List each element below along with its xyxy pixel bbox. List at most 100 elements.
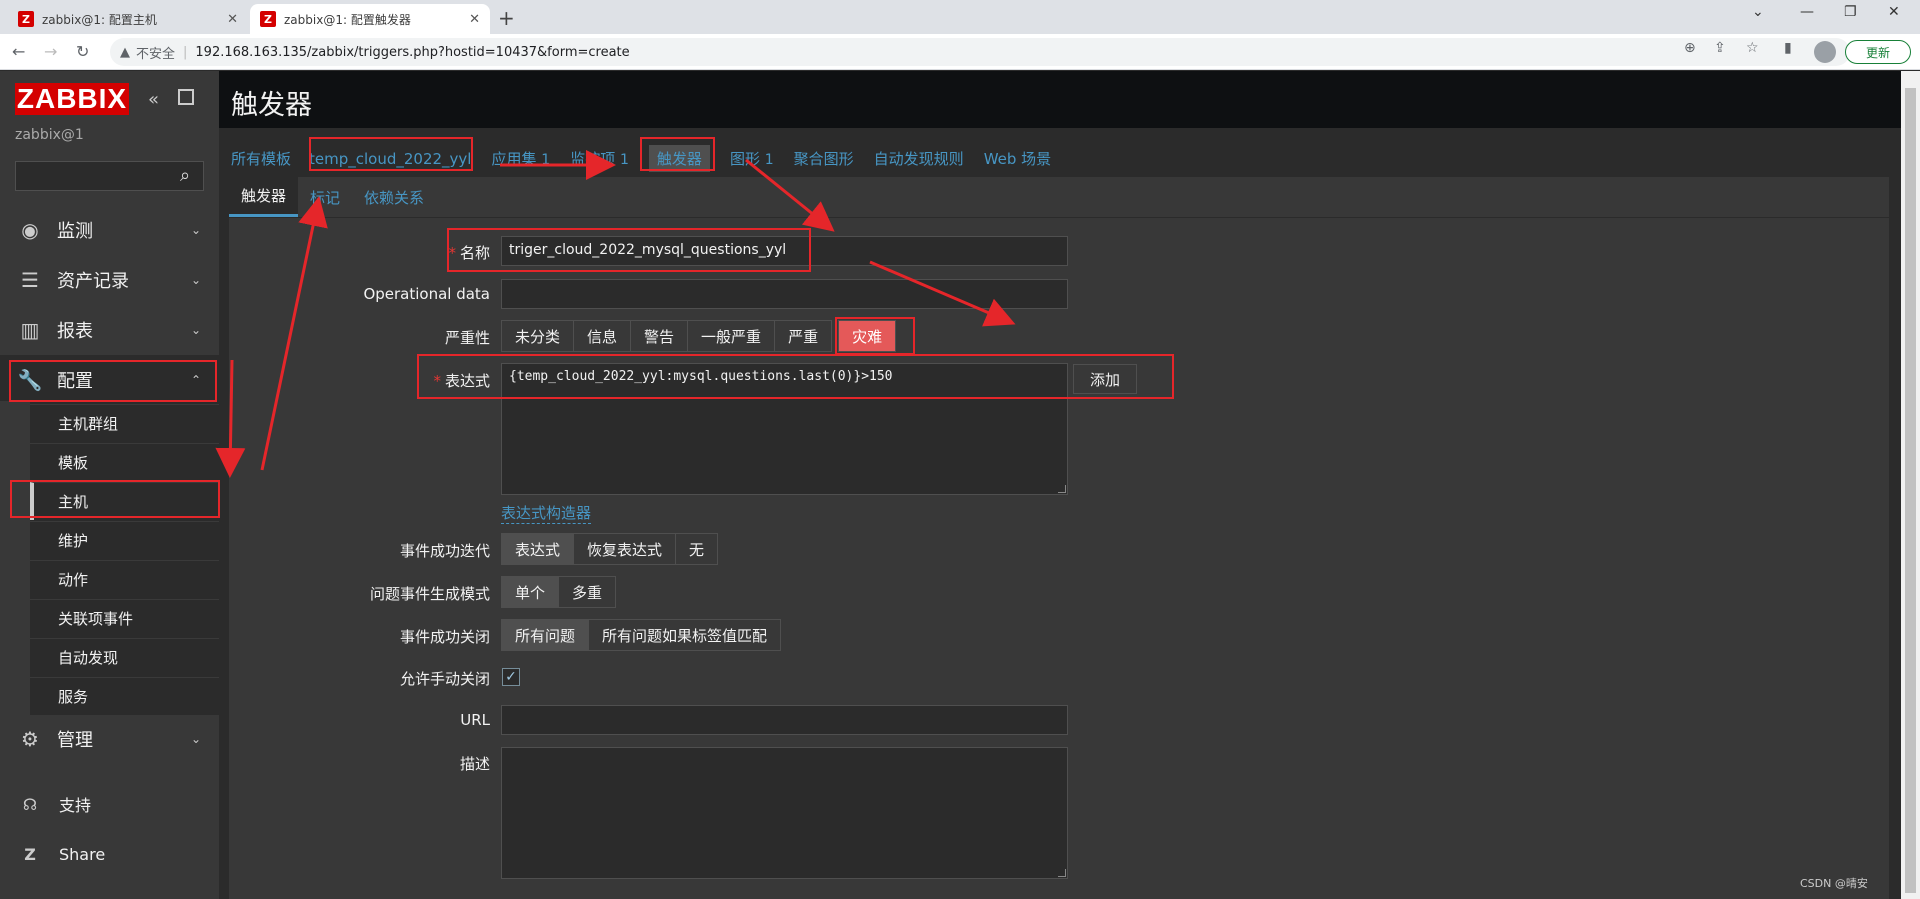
add-expression-button[interactable]: 添加 [1073,364,1138,394]
submenu-services[interactable]: 服务 [30,677,219,715]
required-marker: * [448,244,456,262]
resize-handle-icon[interactable] [1058,485,1066,493]
tab-search-icon[interactable]: ⌄ [1752,4,1764,20]
ok-event-selector: 表达式 恢复表达式 无 [501,533,719,565]
forward-icon[interactable]: → [44,42,57,61]
support-link[interactable]: ☊ 支持 [0,784,219,824]
opdata-field[interactable] [501,279,1068,309]
problem-mode-single[interactable]: 单个 [501,576,560,608]
search-input[interactable] [15,161,204,191]
severity-high[interactable]: 严重 [774,320,833,352]
update-button[interactable]: 更新 [1845,40,1911,64]
crumb-applications[interactable]: 应用集 1 [491,148,550,169]
problem-mode-multiple[interactable]: 多重 [558,576,617,608]
submenu-actions[interactable]: 动作 [30,560,219,598]
zabbix-logo[interactable]: ZABBIX [15,83,129,115]
reload-icon[interactable]: ↻ [76,42,89,61]
tab-tags[interactable]: 标记 [298,177,352,217]
crumb-host[interactable]: temp_cloud_2022_yyl [309,150,471,168]
manual-close-checkbox[interactable]: ✓ [502,668,520,686]
server-name: zabbix@1 [15,127,84,143]
crumb-screens[interactable]: 聚合图形 [794,148,854,169]
ok-event-recovery[interactable]: 恢复表达式 [573,533,677,565]
close-window-icon[interactable]: ✕ [1888,4,1900,20]
profile-avatar[interactable] [1814,41,1836,63]
tab-trigger[interactable]: 触发器 [229,177,299,217]
sidebar: ZABBIX « zabbix@1 ⌕ ◉ 监测 ⌄ ☰ 资产记录 ⌄ ▥ 报表… [0,71,219,899]
crumb-items[interactable]: 监控项 1 [570,148,629,169]
opdata-label: Operational data [363,285,490,303]
collapse-sidebar-icon[interactable]: « [148,89,159,110]
share-icon[interactable]: ⇪ [1714,40,1726,56]
name-field[interactable]: triger_cloud_2022_mysql_questions_yyl [501,236,1068,266]
crumb-discovery[interactable]: 自动发现规则 [874,148,964,169]
new-tab-icon[interactable]: + [498,6,515,30]
submenu-host-groups[interactable]: 主机群组 [30,404,219,442]
tab-dependencies[interactable]: 依赖关系 [352,177,436,217]
zabbix-favicon-icon: Z [260,11,276,27]
submenu-templates[interactable]: 模板 [30,443,219,481]
submenu-hosts[interactable]: 主机 [30,482,219,520]
ok-close-selector: 所有问题 所有问题如果标签值匹配 [501,619,782,651]
problem-mode-label: 问题事件生成模式 [369,585,490,603]
crumb-label: 监控项 [570,150,616,168]
share-z-icon: Z [24,844,36,864]
menu-inventory[interactable]: ☰ 资产记录 ⌄ [0,255,219,305]
zoom-icon[interactable]: ⊕ [1684,40,1696,56]
crumb-all-templates[interactable]: 所有模板 [231,148,291,169]
expression-constructor-link[interactable]: 表达式构造器 [501,502,592,524]
kiosk-mode-icon[interactable] [178,89,194,105]
submenu-correlation[interactable]: 关联项事件 [30,599,219,637]
menu-administration[interactable]: ⚙ 管理 ⌄ [0,714,219,764]
headset-icon: ☊ [22,794,38,814]
ok-event-expression[interactable]: 表达式 [501,533,575,565]
ok-event-label: 事件成功迭代 [399,542,490,560]
crumb-graphs[interactable]: 图形 1 [730,148,774,169]
scroll-thumb[interactable] [1905,88,1916,893]
back-icon[interactable]: ← [12,42,25,61]
description-field[interactable] [501,747,1068,879]
menu-label: 资产记录 [57,271,129,292]
close-tab-icon[interactable]: ✕ [227,12,238,27]
share-link[interactable]: Z Share [0,834,219,874]
browser-tab[interactable]: Z zabbix@1: 配置主机 ✕ [8,4,248,34]
description-label: 描述 [459,755,490,773]
wrench-icon: 🔧 [17,368,43,392]
search-icon[interactable]: ⌕ [180,165,190,186]
tab-title: zabbix@1: 配置主机 [42,12,157,27]
page-header: 触发器 [219,71,1901,128]
menu-reports[interactable]: ▥ 报表 ⌄ [0,305,219,355]
separator: | [183,44,188,60]
ok-close-tag-match[interactable]: 所有问题如果标签值匹配 [588,619,782,651]
severity-average[interactable]: 一般严重 [687,320,776,352]
crumb-web[interactable]: Web 场景 [984,148,1051,169]
submenu-maintenance[interactable]: 维护 [30,521,219,559]
ok-event-none[interactable]: 无 [675,533,719,565]
bookmark-icon[interactable]: ☆ [1746,40,1759,56]
sidepanel-icon[interactable]: ▮ [1784,40,1792,56]
severity-disaster[interactable]: 灾难 [838,320,897,352]
severity-selector: 未分类 信息 警告 一般严重 严重 灾难 [501,320,897,352]
chevron-down-icon: ⌄ [190,732,201,746]
menu-monitoring[interactable]: ◉ 监测 ⌄ [0,205,219,255]
close-tab-icon[interactable]: ✕ [469,12,480,27]
severity-warning[interactable]: 警告 [630,320,689,352]
ok-close-all[interactable]: 所有问题 [501,619,590,651]
severity-not-classified[interactable]: 未分类 [501,320,575,352]
resize-handle-icon[interactable] [1058,869,1066,877]
eye-icon: ◉ [21,218,39,242]
restore-icon[interactable]: ❐ [1844,4,1857,20]
crumb-triggers[interactable]: 触发器 [648,145,710,172]
browser-tab-active[interactable]: Z zabbix@1: 配置触发器 ✕ [250,4,490,34]
minimize-icon[interactable]: — [1800,4,1814,20]
menu-label: 配置 [57,371,93,392]
address-bar[interactable]: ▲ 不安全 | 192.168.163.135/zabbix/triggers.… [110,38,1850,66]
label-text: 表达式 [444,372,490,390]
expression-field[interactable]: {temp_cloud_2022_yyl:mysql.questions.las… [501,363,1068,495]
severity-information[interactable]: 信息 [573,320,632,352]
warning-icon: ▲ [120,44,130,60]
url-field[interactable] [501,705,1068,735]
chevron-down-icon: ⌄ [190,273,201,287]
submenu-discovery[interactable]: 自动发现 [30,638,219,676]
menu-configuration[interactable]: 🔧 配置 ⌃ [0,355,219,405]
